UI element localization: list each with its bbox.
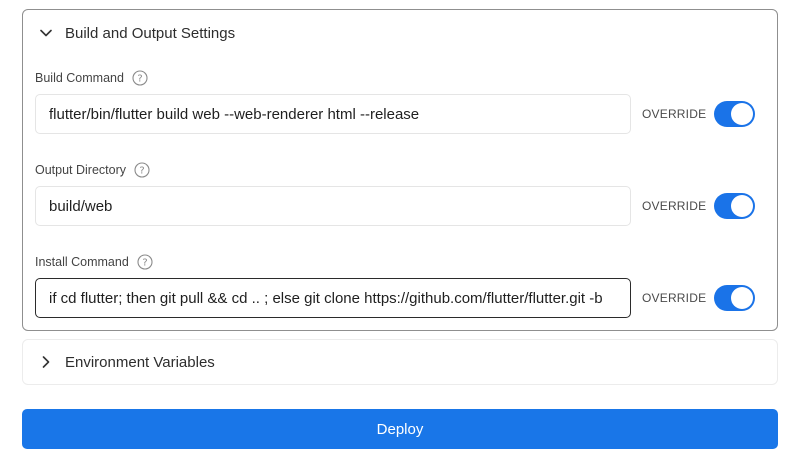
help-icon[interactable]: ? xyxy=(134,162,150,178)
build-output-settings-title: Build and Output Settings xyxy=(65,24,236,42)
build-command-label-row: Build Command ? xyxy=(35,68,148,88)
output-directory-override-label: OVERRIDE xyxy=(642,199,707,213)
build-output-settings-panel: Build and Output Settings Build Command … xyxy=(22,9,778,331)
environment-variables-title: Environment Variables xyxy=(65,353,215,371)
output-directory-label: Output Directory xyxy=(35,163,127,177)
build-command-override-toggle[interactable] xyxy=(714,101,755,127)
svg-text:?: ? xyxy=(139,166,144,177)
svg-text:?: ? xyxy=(142,258,147,269)
install-command-label-row: Install Command ? xyxy=(35,252,153,272)
svg-text:?: ? xyxy=(137,74,142,85)
build-command-label: Build Command xyxy=(35,71,124,85)
toggle-knob xyxy=(731,287,753,309)
install-command-input[interactable]: if cd flutter; then git pull && cd .. ; … xyxy=(35,278,631,318)
output-directory-input[interactable]: build/web xyxy=(35,186,631,226)
help-icon[interactable]: ? xyxy=(137,254,153,270)
build-command-override-label: OVERRIDE xyxy=(642,107,707,121)
output-directory-label-row: Output Directory ? xyxy=(35,160,150,180)
install-command-override-label: OVERRIDE xyxy=(642,291,707,305)
install-command-override-toggle[interactable] xyxy=(714,285,755,311)
help-icon[interactable]: ? xyxy=(132,70,148,86)
chevron-right-icon xyxy=(39,355,53,369)
toggle-knob xyxy=(731,103,753,125)
build-command-input[interactable]: flutter/bin/flutter build web --web-rend… xyxy=(35,94,631,134)
environment-variables-header[interactable]: Environment Variables xyxy=(22,339,778,385)
output-directory-override-toggle[interactable] xyxy=(714,193,755,219)
deploy-button[interactable]: Deploy xyxy=(22,409,778,449)
build-output-settings-header[interactable]: Build and Output Settings xyxy=(23,10,777,56)
chevron-down-icon xyxy=(39,26,53,40)
install-command-label: Install Command xyxy=(35,255,129,269)
toggle-knob xyxy=(731,195,753,217)
